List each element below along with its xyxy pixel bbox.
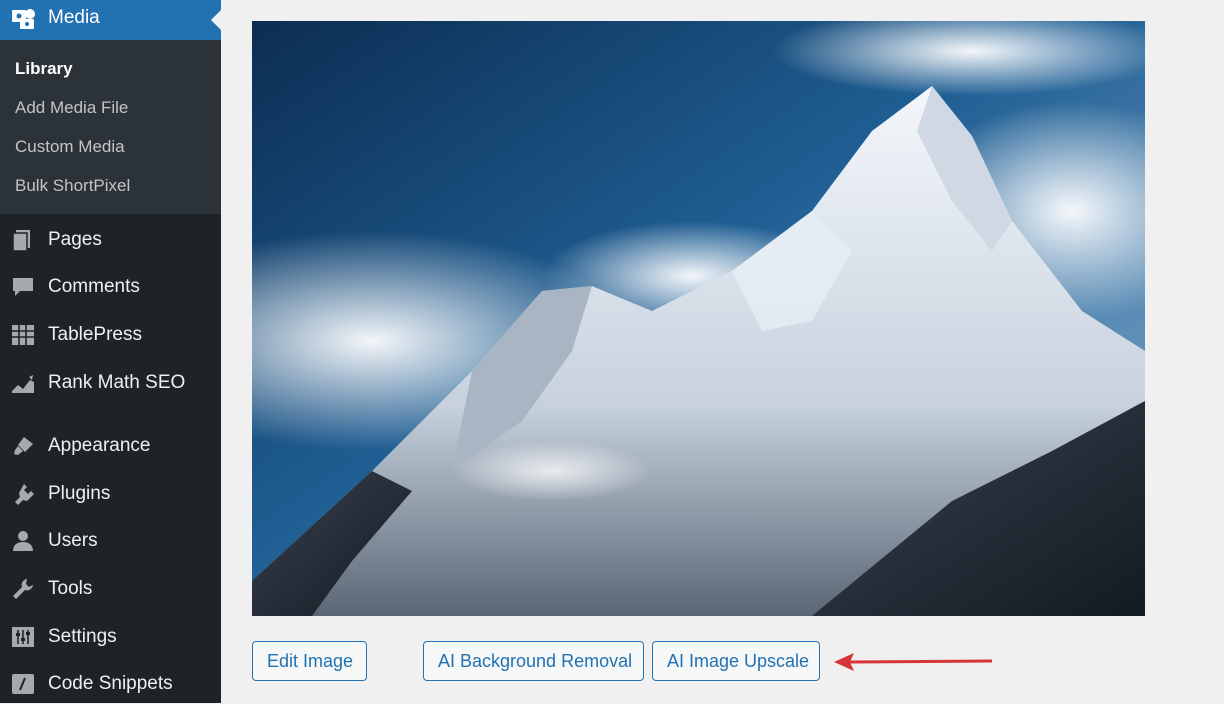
- sidebar-item-tablepress[interactable]: TablePress: [0, 315, 221, 355]
- submenu-item-custom-media[interactable]: Custom Media: [15, 137, 125, 157]
- sidebar-item-label: Settings: [48, 626, 117, 647]
- sidebar-item-tools[interactable]: Tools: [0, 569, 221, 609]
- media-preview-image: [252, 21, 1145, 616]
- submenu-item-bulk-shortpixel[interactable]: Bulk ShortPixel: [15, 176, 130, 196]
- sidebar-item-label: Rank Math SEO: [48, 372, 186, 393]
- sidebar-item-label: Pages: [48, 229, 102, 250]
- current-menu-notch: [211, 10, 221, 30]
- red-arrow-annotation: [834, 653, 993, 671]
- sidebar-item-users[interactable]: Users: [0, 521, 221, 561]
- sidebar-item-label: Plugins: [48, 483, 111, 504]
- ai-background-removal-button[interactable]: AI Background Removal: [423, 641, 644, 681]
- plugins-icon: [10, 482, 36, 506]
- sidebar-item-media[interactable]: Media: [0, 0, 221, 40]
- submenu-item-library[interactable]: Library: [15, 59, 73, 79]
- sidebar-item-label: TablePress: [48, 324, 142, 345]
- rank-math-icon: [10, 371, 36, 395]
- tools-icon: [10, 577, 36, 601]
- sidebar-item-pages[interactable]: Pages: [0, 220, 221, 260]
- sidebar-item-label: Comments: [48, 276, 140, 297]
- sidebar-item-label: Media: [48, 7, 100, 28]
- sidebar-item-code-snippets[interactable]: Code Snippets: [0, 664, 221, 704]
- media-icon: [10, 6, 38, 32]
- sidebar-item-label: Appearance: [48, 435, 151, 456]
- sidebar-item-comments[interactable]: Comments: [0, 267, 221, 307]
- sidebar-item-plugins[interactable]: Plugins: [0, 474, 221, 514]
- admin-sidebar: Media Library Add Media File Custom Medi…: [0, 0, 221, 703]
- code-snippets-icon: [10, 672, 36, 696]
- settings-icon: [10, 625, 36, 649]
- sidebar-item-label: Users: [48, 530, 98, 551]
- ai-image-upscale-button[interactable]: AI Image Upscale: [652, 641, 820, 681]
- sidebar-item-settings[interactable]: Settings: [0, 617, 221, 657]
- media-submenu: Library Add Media File Custom Media Bulk…: [0, 40, 221, 214]
- sidebar-item-rank-math-seo[interactable]: Rank Math SEO: [0, 363, 221, 403]
- tablepress-icon: [10, 323, 36, 347]
- pages-icon: [10, 228, 36, 252]
- sidebar-item-label: Code Snippets: [48, 673, 173, 694]
- appearance-icon: [10, 434, 36, 458]
- sidebar-item-label: Tools: [48, 578, 93, 599]
- sidebar-item-appearance[interactable]: Appearance: [0, 426, 221, 466]
- users-icon: [10, 529, 36, 553]
- edit-image-button[interactable]: Edit Image: [252, 641, 367, 681]
- comments-icon: [10, 275, 36, 299]
- submenu-item-add-media-file[interactable]: Add Media File: [15, 98, 128, 118]
